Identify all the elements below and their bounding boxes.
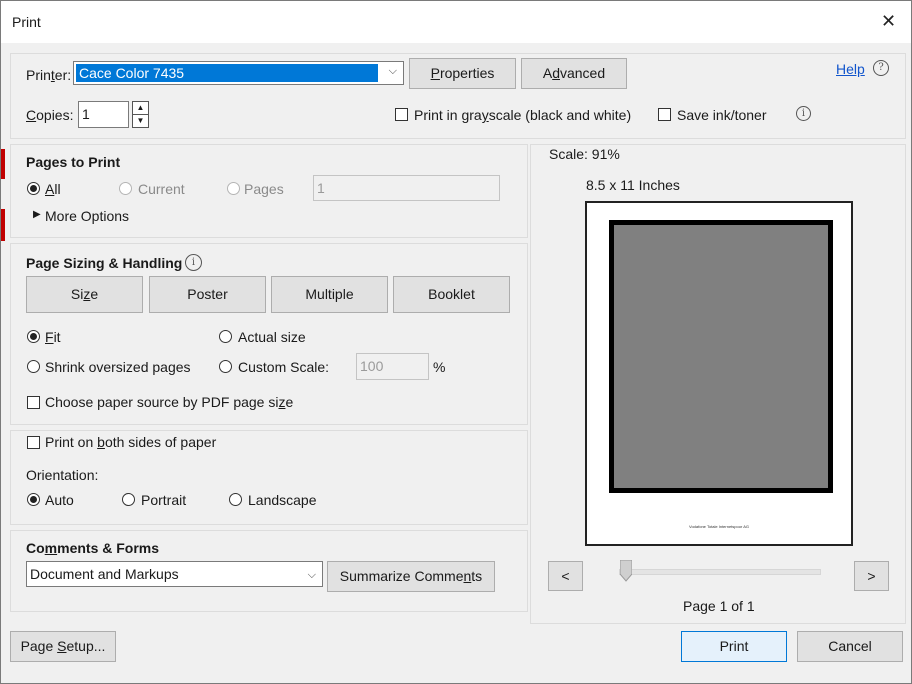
chevron-down-icon: ⌵ [388, 65, 397, 77]
grayscale-label: Print in grayscale (black and white) [414, 107, 632, 123]
advanced-button[interactable]: Advanced [521, 58, 627, 89]
preview-footer-text: Vodafone Totale Internetspoor AG [689, 524, 749, 529]
cancel-button[interactable]: Cancel [797, 631, 903, 662]
copies-stepper[interactable]: ▲ ▼ [132, 101, 149, 128]
window-title: Print [12, 14, 41, 30]
tab-multiple[interactable]: Multiple [271, 276, 388, 313]
shrink-radio[interactable] [27, 360, 40, 373]
comments-select-value: Document and Markups [30, 566, 179, 582]
printer-select-value: Cace Color 7435 [76, 64, 378, 82]
save-ink-checkbox[interactable] [658, 108, 671, 121]
orientation-portrait-label: Portrait [141, 492, 187, 508]
help-icon[interactable]: ? [873, 60, 889, 76]
orientation-auto-label: Auto [45, 492, 74, 508]
page-setup-button[interactable]: Page Setup... [10, 631, 116, 662]
print-button[interactable]: Print [681, 631, 787, 662]
summarize-comments-button[interactable]: Summarize Comments [327, 561, 495, 592]
grayscale-checkbox[interactable] [395, 108, 408, 121]
stepper-up-icon[interactable]: ▲ [132, 101, 149, 115]
info-icon[interactable]: i [185, 254, 202, 271]
actual-size-label: Actual size [238, 329, 306, 345]
title-bar: Print ✕ [1, 1, 911, 43]
page-slider-thumb[interactable] [619, 559, 633, 582]
info-icon[interactable]: i [796, 106, 811, 121]
paper-source-checkbox[interactable] [27, 396, 40, 409]
page-sizing-heading: Page Sizing & Handling [26, 255, 183, 271]
background-window-strip [1, 209, 5, 241]
stepper-down-icon[interactable]: ▼ [132, 114, 149, 128]
tab-poster[interactable]: Poster [149, 276, 266, 313]
custom-scale-input[interactable]: 100 [356, 353, 429, 380]
scale-label: Scale: 91% [549, 146, 620, 162]
comments-select[interactable]: Document and Markups ⌵ [26, 561, 323, 587]
percent-label: % [433, 359, 446, 375]
actual-size-radio[interactable] [219, 330, 232, 343]
save-ink-label: Save ink/toner [677, 107, 767, 123]
orientation-portrait-radio[interactable] [122, 493, 135, 506]
page-preview: Vodafone Totale Internetspoor AG [585, 201, 853, 546]
shrink-label: Shrink oversized pages [45, 359, 191, 375]
previous-page-button[interactable]: < [548, 561, 583, 591]
comments-section: Comments & Forms Document and Markups ⌵ … [10, 530, 528, 612]
pages-label: Pages [244, 181, 284, 197]
orientation-label: Orientation: [26, 467, 99, 483]
pages-to-print-heading: Pages to Print [26, 154, 121, 170]
orientation-auto-radio[interactable] [27, 493, 40, 506]
more-options-toggle[interactable]: More Options [45, 208, 129, 224]
printer-section: Printer: Cace Color 7435 ⌵ Properties Ad… [10, 53, 906, 139]
paper-source-label: Choose paper source by PDF page size [45, 394, 294, 410]
fit-radio[interactable] [27, 330, 40, 343]
pages-to-print-section: Pages to Print All Current Pages 1 ▶ Mor… [10, 144, 528, 238]
properties-button[interactable]: Properties [409, 58, 516, 89]
copies-label: Copies: [26, 107, 74, 123]
both-sides-checkbox[interactable] [27, 436, 40, 449]
close-icon[interactable]: ✕ [881, 11, 896, 32]
both-sides-label: Print on both sides of paper [45, 434, 217, 450]
orientation-landscape-radio[interactable] [229, 493, 242, 506]
custom-scale-radio[interactable] [219, 360, 232, 373]
tab-booklet[interactable]: Booklet [393, 276, 510, 313]
paper-size-label: 8.5 x 11 Inches [586, 177, 680, 193]
printer-select[interactable]: Cace Color 7435 ⌵ [73, 61, 404, 85]
background-window-strip [1, 149, 5, 179]
tab-size[interactable]: Size [26, 276, 143, 313]
page-sizing-section: Page Sizing & Handling i Size Poster Mul… [10, 243, 528, 425]
preview-image-block [609, 220, 833, 493]
current-page-radio[interactable] [119, 182, 132, 195]
custom-scale-label: Custom Scale: [238, 359, 330, 375]
orientation-section: Print on both sides of paper Orientation… [10, 430, 528, 525]
comments-heading: Comments & Forms [26, 540, 160, 556]
expand-triangle-icon[interactable]: ▶ [33, 209, 41, 220]
fit-label: Fit [45, 329, 61, 345]
pages-range-input[interactable]: 1 [313, 175, 500, 201]
chevron-down-icon: ⌵ [307, 569, 316, 581]
print-dialog: Print ✕ Printer: Cace Color 7435 ⌵ Prope… [0, 0, 912, 684]
printer-label: Printer: [26, 67, 72, 83]
all-pages-label: All [45, 181, 61, 197]
copies-input[interactable]: 1 [78, 101, 129, 128]
page-indicator: Page 1 of 1 [683, 598, 755, 614]
all-pages-radio[interactable] [27, 182, 40, 195]
preview-section: Scale: 91% 8.5 x 11 Inches Vodafone Tota… [530, 144, 906, 624]
pages-radio[interactable] [227, 182, 240, 195]
page-slider-track[interactable] [619, 569, 821, 575]
current-page-label: Current [138, 181, 185, 197]
orientation-landscape-label: Landscape [248, 492, 317, 508]
next-page-button[interactable]: > [854, 561, 889, 591]
help-link[interactable]: Help [836, 61, 865, 77]
